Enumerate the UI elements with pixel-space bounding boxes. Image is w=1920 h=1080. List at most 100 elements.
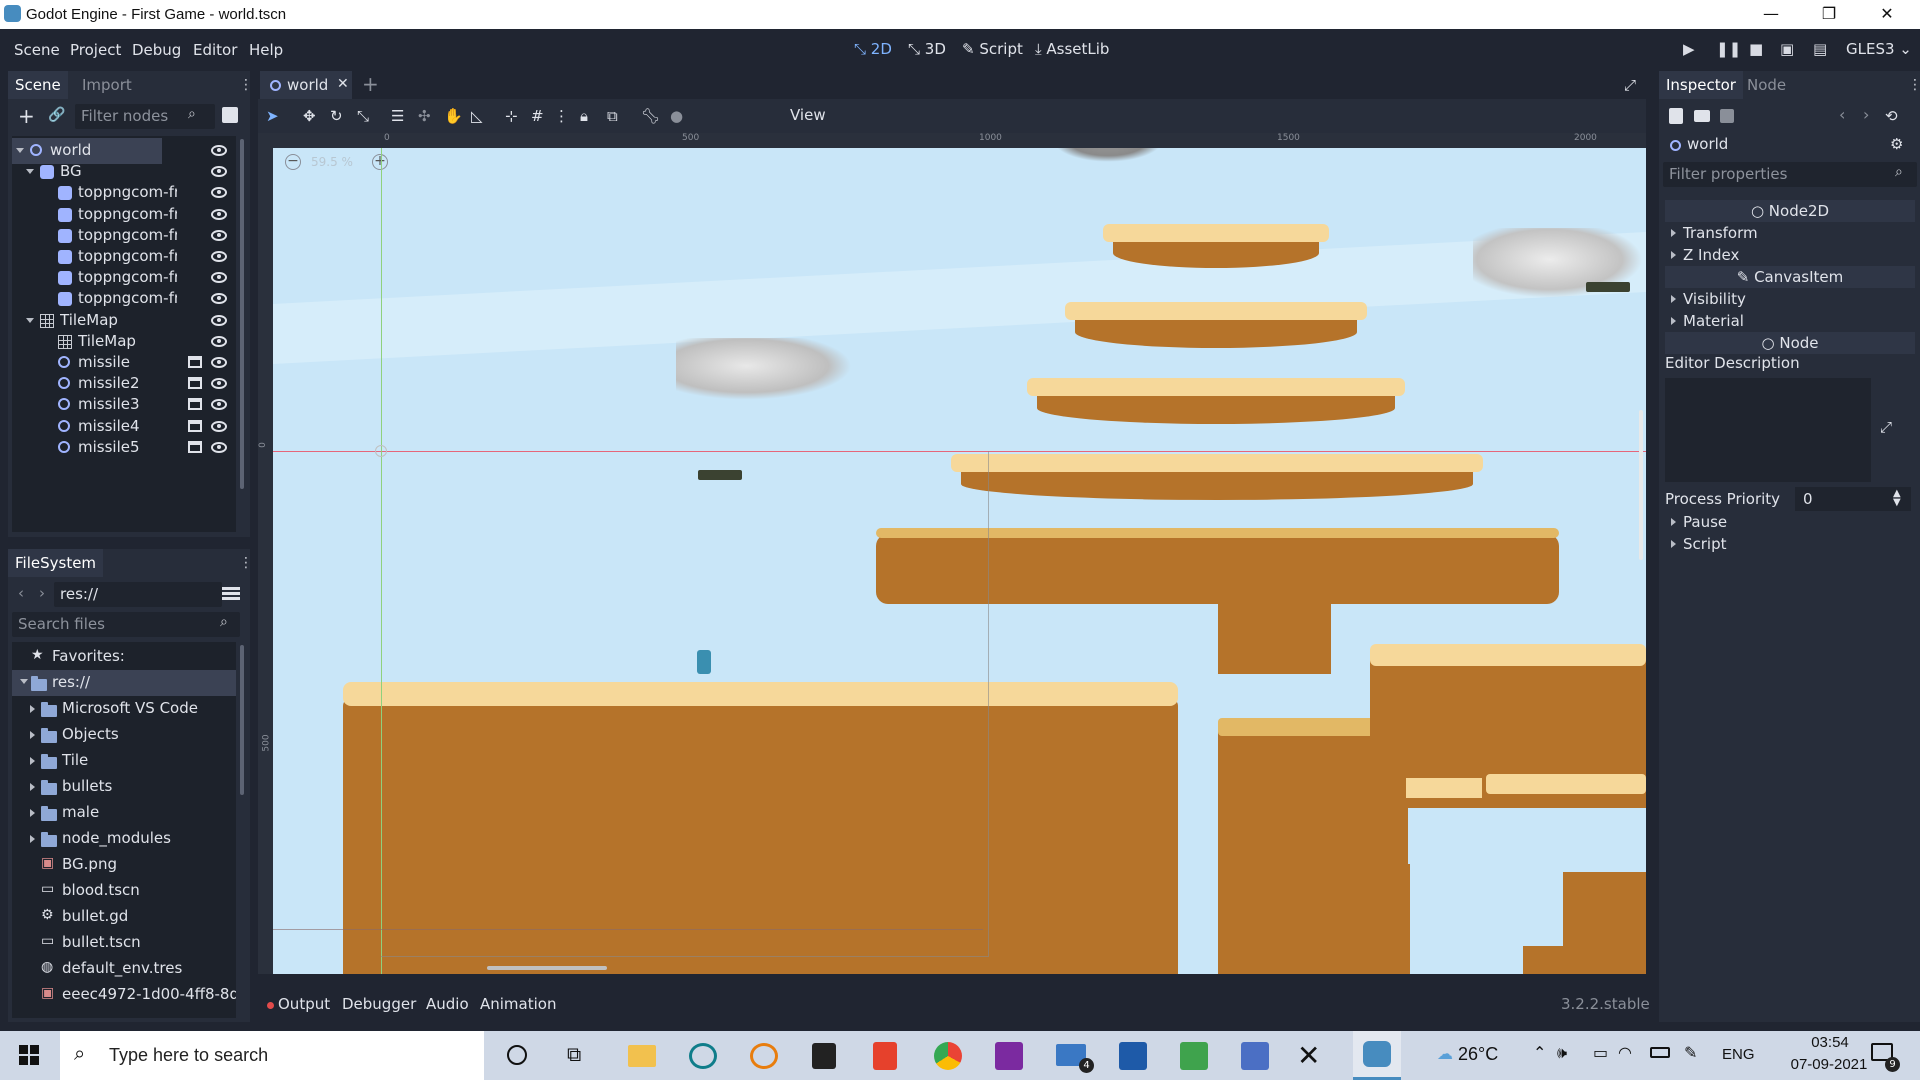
chart-app-icon[interactable] [1180, 1042, 1208, 1070]
tab-inspector[interactable]: Inspector [1659, 71, 1743, 99]
visibility-eye-icon[interactable] [211, 208, 227, 220]
task-view-icon[interactable]: ⧉ [567, 1042, 581, 1066]
history-icon[interactable]: ⟲ [1885, 107, 1898, 125]
godot-taskbar-button[interactable] [1353, 1031, 1401, 1080]
tab-audio[interactable]: Audio [426, 995, 469, 1013]
property-group[interactable]: Transform [1665, 222, 1915, 244]
open-scene-icon[interactable] [188, 377, 202, 390]
group-pause[interactable]: Pause [1665, 511, 1915, 533]
folder-item[interactable]: male [12, 800, 236, 826]
visibility-eye-icon[interactable] [211, 335, 227, 347]
pan-tool-icon[interactable]: ✋ [444, 107, 463, 125]
search-files-input[interactable]: Search files [12, 612, 240, 637]
open-scene-icon[interactable] [188, 356, 202, 368]
viewport-vscrollbar[interactable] [1639, 410, 1643, 560]
menu-project[interactable]: Project [70, 41, 121, 59]
pen-icon[interactable]: ✎ [1684, 1043, 1697, 1062]
chevron-right-icon[interactable] [30, 757, 35, 765]
ruler-tool-icon[interactable]: ◺ [471, 107, 483, 125]
skeleton-icon[interactable]: 🦴︎ [641, 107, 660, 125]
network-app-icon[interactable] [1241, 1042, 1269, 1070]
visibility-eye-icon[interactable] [211, 314, 227, 326]
visibility-eye-icon[interactable] [211, 166, 227, 178]
battery-icon[interactable] [1650, 1047, 1670, 1058]
chevron-down-icon[interactable] [26, 169, 34, 175]
file-item[interactable]: ⚙ bullet.gd [12, 904, 236, 930]
split-view-icon[interactable] [222, 585, 240, 601]
group-script[interactable]: Script [1665, 533, 1915, 555]
blender-icon[interactable] [750, 1043, 778, 1069]
chevron-down-icon[interactable] [26, 317, 34, 323]
file-item[interactable]: ▣ BG.png [12, 852, 236, 878]
instance-scene-icon[interactable]: 🔗 [48, 107, 65, 123]
chevron-right-icon[interactable] [30, 731, 35, 739]
scene-tab-world[interactable]: world ✕ [260, 71, 352, 99]
visibility-eye-icon[interactable] [211, 272, 227, 284]
close-tab-icon[interactable]: ✕ [337, 76, 349, 92]
menu-editor[interactable]: Editor [193, 41, 237, 59]
workspace-2d-button[interactable]: ⤡ 2D [854, 40, 892, 58]
workspace-script-button[interactable]: ✎ Script [962, 40, 1023, 58]
history-forward-icon[interactable]: › [1863, 105, 1869, 124]
play-custom-scene-icon[interactable]: ▤ [1813, 40, 1827, 58]
path-field[interactable]: res:// [54, 582, 222, 607]
tab-scene[interactable]: Scene [8, 71, 68, 99]
menu-help[interactable]: Help [249, 41, 283, 59]
expand-icon[interactable]: ⤢ [1880, 418, 1892, 436]
chevron-right-icon[interactable] [30, 705, 35, 713]
workspace-assetlib-button[interactable]: ⤓ AssetLib [1035, 40, 1109, 58]
lock-icon[interactable]: 🔒︎ [580, 107, 588, 125]
file-explorer-icon[interactable] [628, 1045, 656, 1067]
play-icon[interactable]: ▶ [1683, 40, 1695, 58]
favorites-header[interactable]: ★ Favorites: [12, 644, 236, 670]
spin-arrows-icon[interactable]: ▲ ▼ [1893, 489, 1901, 508]
scene-tree-item[interactable]: missile5 [12, 435, 236, 461]
file-item[interactable]: ▣ eeec4972-1d00-4ff8-8d5 [12, 982, 236, 1008]
chevron-right-icon[interactable] [30, 835, 35, 843]
canvas-viewport[interactable]: − 59.5 % + [273, 148, 1646, 974]
arduino-icon[interactable] [689, 1043, 717, 1069]
filter-properties-input[interactable]: Filter properties [1663, 162, 1917, 187]
folder-item[interactable]: res:// [12, 670, 236, 696]
open-scene-icon[interactable] [188, 398, 202, 411]
close-button[interactable]: ✕ [1858, 0, 1916, 29]
tab-import[interactable]: Import [75, 71, 139, 99]
pause-icon[interactable]: ❚❚ [1716, 40, 1741, 58]
distraction-free-icon[interactable]: ⤢ [1624, 76, 1636, 94]
open-resource-icon[interactable] [1694, 110, 1710, 122]
process-priority-spinbox[interactable]: 0 ▲ ▼ [1795, 487, 1911, 511]
visibility-eye-icon[interactable] [211, 357, 227, 368]
x-app-icon[interactable]: ✕ [1297, 1039, 1320, 1072]
tab-animation[interactable]: Animation [480, 995, 556, 1013]
tab-output[interactable]: Output [278, 995, 330, 1013]
grid-snap-icon[interactable]: # [531, 107, 544, 125]
file-item[interactable]: ◍ default_env.tres [12, 956, 236, 982]
history-back-icon[interactable]: ‹ [1839, 105, 1845, 124]
renderer-select[interactable]: GLES3 ⌄ [1846, 40, 1912, 58]
visibility-eye-icon[interactable] [211, 293, 227, 305]
chevron-right-icon[interactable] [30, 809, 35, 817]
property-group[interactable]: Z Index [1665, 244, 1915, 266]
snap-options-icon[interactable]: ⋮ [554, 107, 569, 125]
clock-time[interactable]: 03:54 [1794, 1034, 1866, 1051]
editor-description-field[interactable] [1665, 378, 1871, 482]
tab-debugger[interactable]: Debugger [342, 995, 416, 1013]
dock-menu-icon[interactable]: ⋮ [239, 77, 253, 93]
visibility-eye-icon[interactable] [211, 251, 227, 262]
folder-item[interactable]: Tile [12, 748, 236, 774]
minimize-button[interactable]: — [1742, 0, 1800, 29]
play-scene-icon[interactable]: ▣ [1780, 40, 1794, 58]
open-scene-icon[interactable] [188, 440, 202, 453]
tab-filesystem[interactable]: FileSystem [8, 549, 104, 577]
dock-menu-icon[interactable]: ⋮ [1908, 77, 1920, 93]
attach-script-icon[interactable] [222, 107, 238, 123]
rotate-tool-icon[interactable]: ↻ [330, 107, 343, 125]
add-node-icon[interactable]: + [18, 104, 35, 128]
file-item[interactable]: ▭ bullet.tscn [12, 930, 236, 956]
office-icon[interactable] [873, 1042, 897, 1070]
chevron-down-icon[interactable] [20, 679, 28, 684]
chevron-down-icon[interactable] [16, 148, 24, 153]
open-scene-icon[interactable] [188, 419, 202, 432]
list-select-icon[interactable]: ☰ [391, 107, 404, 125]
notepad-icon[interactable] [1119, 1042, 1147, 1070]
